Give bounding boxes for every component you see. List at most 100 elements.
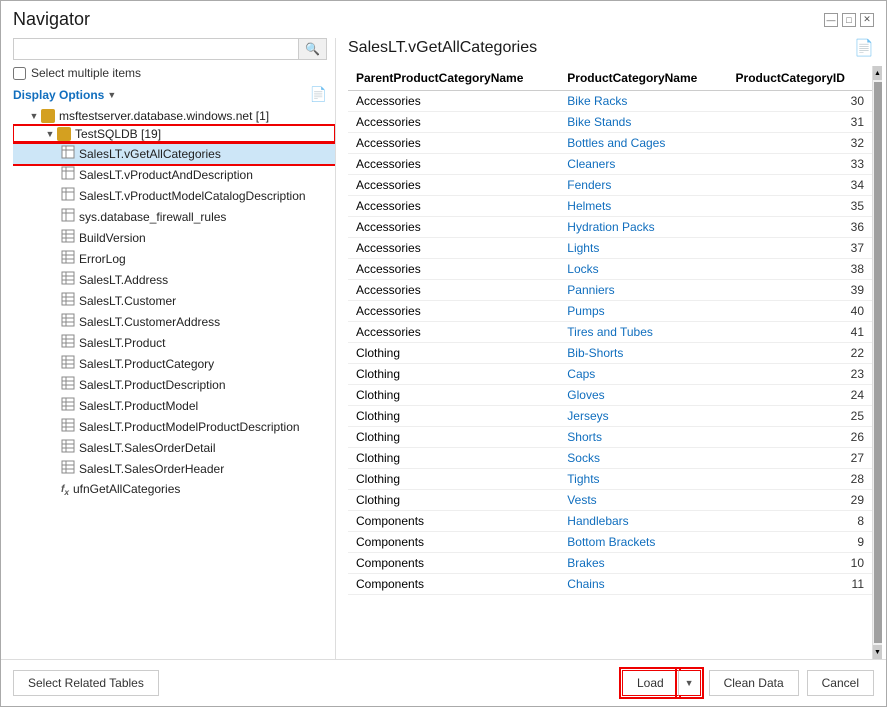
- load-dropdown-arrow-button[interactable]: ▼: [678, 670, 701, 696]
- tree-item-Address[interactable]: SalesLT.Address: [13, 269, 335, 290]
- cell-parent: Components: [348, 574, 559, 595]
- cell-id: 32: [728, 133, 872, 154]
- close-button[interactable]: ✕: [860, 13, 874, 27]
- right-panel-scroll: ParentProductCategoryName ProductCategor…: [348, 66, 882, 659]
- cell-parent: Clothing: [348, 448, 559, 469]
- window-title: Navigator: [13, 9, 90, 30]
- tree-container[interactable]: ▼ msftestserver.database.windows.net [1]…: [13, 107, 335, 659]
- table-row: AccessoriesHydration Packs36: [348, 217, 872, 238]
- cell-product: Hydration Packs: [559, 217, 727, 238]
- export-icon[interactable]: 📄: [310, 86, 327, 103]
- table-row: AccessoriesLocks38: [348, 259, 872, 280]
- scroll-thumb[interactable]: [874, 82, 882, 643]
- tree-item-vProductModelCatalogDescription[interactable]: SalesLT.vProductModelCatalogDescription: [13, 185, 335, 206]
- server-icon: [41, 109, 55, 123]
- tree-item-label: SalesLT.Product: [79, 336, 166, 350]
- cell-id: 11: [728, 574, 872, 595]
- select-related-tables-button[interactable]: Select Related Tables: [13, 670, 159, 696]
- cell-product: Chains: [559, 574, 727, 595]
- scroll-up-button[interactable]: ▲: [873, 66, 883, 80]
- cancel-button[interactable]: Cancel: [807, 670, 874, 696]
- tree-item-label: sys.database_firewall_rules: [79, 210, 226, 224]
- cell-parent: Clothing: [348, 343, 559, 364]
- table-icon: [61, 313, 75, 330]
- vertical-scrollbar[interactable]: ▲ ▼: [872, 66, 882, 659]
- export-icon[interactable]: 📄: [854, 38, 874, 58]
- tree-item-label: SalesLT.SalesOrderHeader: [79, 462, 224, 476]
- table-row: AccessoriesBike Racks30: [348, 91, 872, 112]
- cell-id: 23: [728, 364, 872, 385]
- table-icon: [61, 334, 75, 351]
- cell-product: Brakes: [559, 553, 727, 574]
- cell-product: Bike Racks: [559, 91, 727, 112]
- cell-product: Locks: [559, 259, 727, 280]
- tree-item-SalesOrderHeader[interactable]: SalesLT.SalesOrderHeader: [13, 458, 335, 479]
- col-header-parent: ParentProductCategoryName: [348, 66, 559, 91]
- table-icon: [61, 418, 75, 435]
- tree-item-ProductDescription[interactable]: SalesLT.ProductDescription: [13, 374, 335, 395]
- table-icon: [61, 229, 75, 246]
- col-header-id: ProductCategoryID: [728, 66, 872, 91]
- maximize-button[interactable]: □: [842, 13, 856, 27]
- cell-product: Gloves: [559, 385, 727, 406]
- cell-id: 35: [728, 196, 872, 217]
- table-row: AccessoriesFenders34: [348, 175, 872, 196]
- cell-id: 36: [728, 217, 872, 238]
- cell-parent: Accessories: [348, 196, 559, 217]
- panel-title-row: SalesLT.vGetAllCategories 📄: [348, 38, 882, 58]
- tree-item-ProductModelProductDescription[interactable]: SalesLT.ProductModelProductDescription: [13, 416, 335, 437]
- table-icon: [61, 439, 75, 456]
- display-options-button[interactable]: Display Options ▼: [13, 88, 116, 102]
- cell-id: 28: [728, 469, 872, 490]
- tree-item-BuildVersion[interactable]: BuildVersion: [13, 227, 335, 248]
- tree-item-database-firewall[interactable]: sys.database_firewall_rules: [13, 206, 335, 227]
- scroll-down-button[interactable]: ▼: [873, 645, 883, 659]
- view-icon: [61, 208, 75, 225]
- cell-parent: Accessories: [348, 280, 559, 301]
- display-options-label: Display Options: [13, 88, 104, 102]
- tree-item-vGetAllCategories[interactable]: SalesLT.vGetAllCategories: [13, 143, 335, 164]
- chevron-down-icon: ▼: [107, 90, 116, 100]
- title-bar-left: Navigator: [13, 9, 90, 30]
- minimize-button[interactable]: —: [824, 13, 838, 27]
- search-input[interactable]: [14, 39, 298, 59]
- select-multiple-row: Select multiple items: [13, 66, 335, 80]
- cell-id: 31: [728, 112, 872, 133]
- tree-item-ProductModel[interactable]: SalesLT.ProductModel: [13, 395, 335, 416]
- cell-id: 38: [728, 259, 872, 280]
- tree-item-CustomerAddress[interactable]: SalesLT.CustomerAddress: [13, 311, 335, 332]
- view-icon: [61, 166, 75, 183]
- select-multiple-checkbox[interactable]: [13, 67, 26, 80]
- clean-data-button[interactable]: Clean Data: [709, 670, 799, 696]
- table-scroll-area[interactable]: ParentProductCategoryName ProductCategor…: [348, 66, 872, 659]
- search-icon[interactable]: 🔍: [298, 39, 326, 59]
- tree-item-SalesOrderDetail[interactable]: SalesLT.SalesOrderDetail: [13, 437, 335, 458]
- expand-arrow-icon: ▼: [45, 129, 55, 139]
- cell-id: 8: [728, 511, 872, 532]
- cell-parent: Clothing: [348, 427, 559, 448]
- tree-database-node[interactable]: ▼ TestSQLDB [19]: [13, 125, 335, 143]
- cell-id: 29: [728, 490, 872, 511]
- search-box: 🔍: [13, 38, 327, 60]
- tree-item-vProductAndDescription[interactable]: SalesLT.vProductAndDescription: [13, 164, 335, 185]
- table-row: ComponentsChains11: [348, 574, 872, 595]
- table-row: ClothingBib-Shorts22: [348, 343, 872, 364]
- cell-id: 39: [728, 280, 872, 301]
- cell-parent: Accessories: [348, 322, 559, 343]
- cell-parent: Accessories: [348, 133, 559, 154]
- tree-item-ufnGetAllCategories[interactable]: fx ufnGetAllCategories: [13, 479, 335, 499]
- tree-item-Product[interactable]: SalesLT.Product: [13, 332, 335, 353]
- table-row: AccessoriesLights37: [348, 238, 872, 259]
- tree-item-label: SalesLT.CustomerAddress: [79, 315, 220, 329]
- cell-parent: Accessories: [348, 175, 559, 196]
- cell-parent: Clothing: [348, 490, 559, 511]
- tree-item-Customer[interactable]: SalesLT.Customer: [13, 290, 335, 311]
- tree-item-ErrorLog[interactable]: ErrorLog: [13, 248, 335, 269]
- cell-parent: Clothing: [348, 364, 559, 385]
- load-button[interactable]: Load: [622, 670, 678, 696]
- tree-item-ProductCategory[interactable]: SalesLT.ProductCategory: [13, 353, 335, 374]
- left-panel: 🔍 Select multiple items Display Options …: [1, 38, 336, 659]
- tree-server-node[interactable]: ▼ msftestserver.database.windows.net [1]: [13, 107, 335, 125]
- cell-product: Tires and Tubes: [559, 322, 727, 343]
- tree-item-label: SalesLT.Customer: [79, 294, 176, 308]
